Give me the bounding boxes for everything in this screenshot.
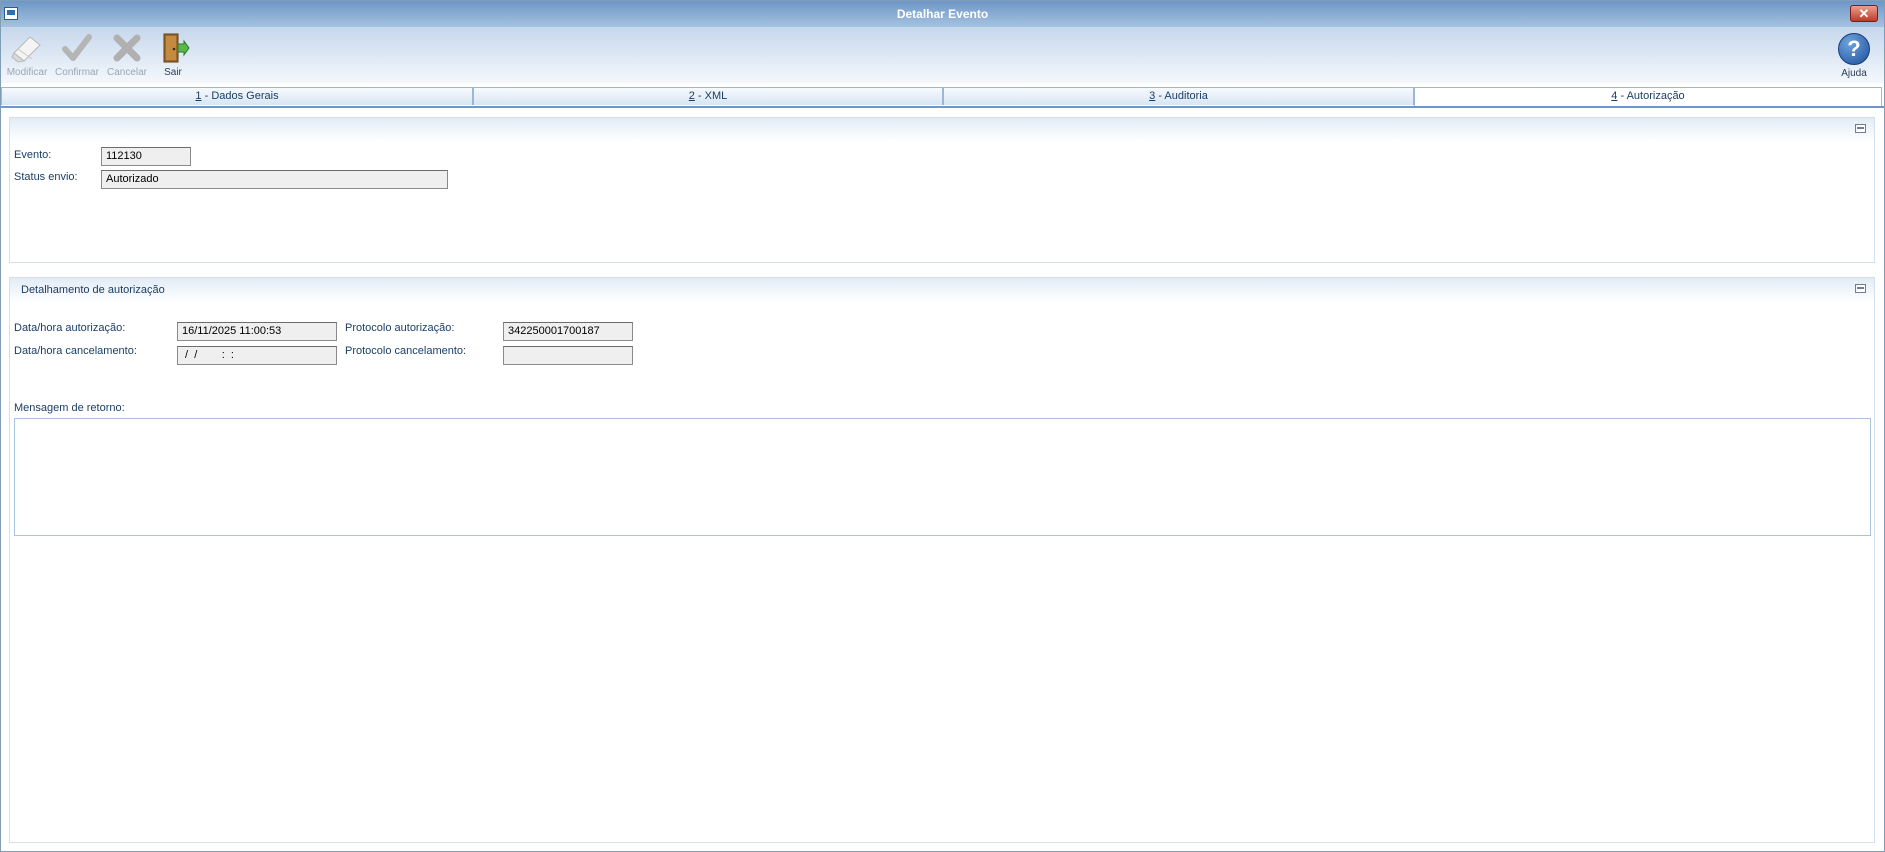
data-autorizacao-label: Data/hora autorização: xyxy=(14,322,126,334)
sair-button[interactable]: Sair xyxy=(149,31,197,78)
tab-xml-label: - XML xyxy=(694,90,728,102)
general-panel-header xyxy=(10,118,1874,142)
tab-dados-gerais[interactable]: 1 - Dados Gerais xyxy=(1,87,473,105)
general-panel: Evento: 112130 Status envio: Autorizado xyxy=(9,117,1875,263)
detalhamento-title: Detalhamento de autorização xyxy=(21,284,165,296)
detalhamento-panel-header: Detalhamento de autorização xyxy=(10,278,1874,302)
tab-auditoria[interactable]: 3 - Auditoria xyxy=(943,87,1414,105)
evento-field[interactable]: 112130 xyxy=(101,147,191,166)
protocolo-autorizacao-label: Protocolo autorização: xyxy=(345,322,455,334)
check-icon xyxy=(60,31,94,65)
tab-autorizacao[interactable]: 4 - Autorização xyxy=(1414,87,1882,107)
protocolo-cancelamento-label: Protocolo cancelamento: xyxy=(345,345,467,357)
mensagem-retorno-textarea[interactable] xyxy=(14,418,1871,536)
tab-bar: 1 - Dados Gerais 2 - XML 3 - Auditoria 4… xyxy=(1,87,1884,107)
minimize-icon[interactable] xyxy=(1855,284,1866,293)
modificar-label: Modificar xyxy=(6,67,48,78)
tab-auditoria-label: - Auditoria xyxy=(1155,90,1208,102)
data-cancelamento-field[interactable]: / / : : xyxy=(177,346,337,365)
x-icon xyxy=(110,31,144,65)
title-bar: Detalhar Evento ✕ xyxy=(1,1,1884,27)
ajuda-button[interactable]: ? Ajuda xyxy=(1834,31,1874,79)
mensagem-retorno-label: Mensagem de retorno: xyxy=(14,402,125,414)
data-cancelamento-label: Data/hora cancelamento: xyxy=(14,345,137,357)
pencil-eraser-icon xyxy=(10,31,44,65)
sair-label: Sair xyxy=(164,67,182,78)
window-title: Detalhar Evento xyxy=(896,7,989,21)
tab-xml[interactable]: 2 - XML xyxy=(473,87,943,105)
cancelar-label: Cancelar xyxy=(106,67,148,78)
toolbar: Modificar Confirmar Cancelar Sair ? Ajud… xyxy=(1,27,1884,83)
status-envio-field[interactable]: Autorizado xyxy=(101,170,448,189)
protocolo-autorizacao-field[interactable]: 342250001700187 xyxy=(503,322,633,341)
status-envio-label: Status envio: xyxy=(14,171,78,183)
app-icon xyxy=(4,7,18,20)
tab-divider xyxy=(1,106,1884,108)
detalhamento-panel: Detalhamento de autorização Data/hora au… xyxy=(9,277,1875,843)
protocolo-cancelamento-field[interactable] xyxy=(503,346,633,365)
help-icon: ? xyxy=(1838,33,1870,65)
modificar-button[interactable]: Modificar xyxy=(3,31,51,78)
data-autorizacao-field[interactable]: 16/11/2025 11:00:53 xyxy=(177,322,337,341)
confirmar-label: Confirmar xyxy=(55,67,99,78)
detalhar-evento-window: Detalhar Evento ✕ Modificar Confirmar Ca… xyxy=(0,0,1885,852)
tab-dados-gerais-label: - Dados Gerais xyxy=(201,90,279,102)
ajuda-label: Ajuda xyxy=(1841,68,1867,79)
evento-label: Evento: xyxy=(14,149,52,161)
close-button[interactable]: ✕ xyxy=(1850,5,1878,22)
minimize-icon[interactable] xyxy=(1855,124,1866,133)
door-exit-icon xyxy=(156,31,190,65)
tab-autorizacao-label: - Autorização xyxy=(1617,90,1685,102)
cancelar-button[interactable]: Cancelar xyxy=(103,31,151,78)
confirmar-button[interactable]: Confirmar xyxy=(53,31,101,78)
